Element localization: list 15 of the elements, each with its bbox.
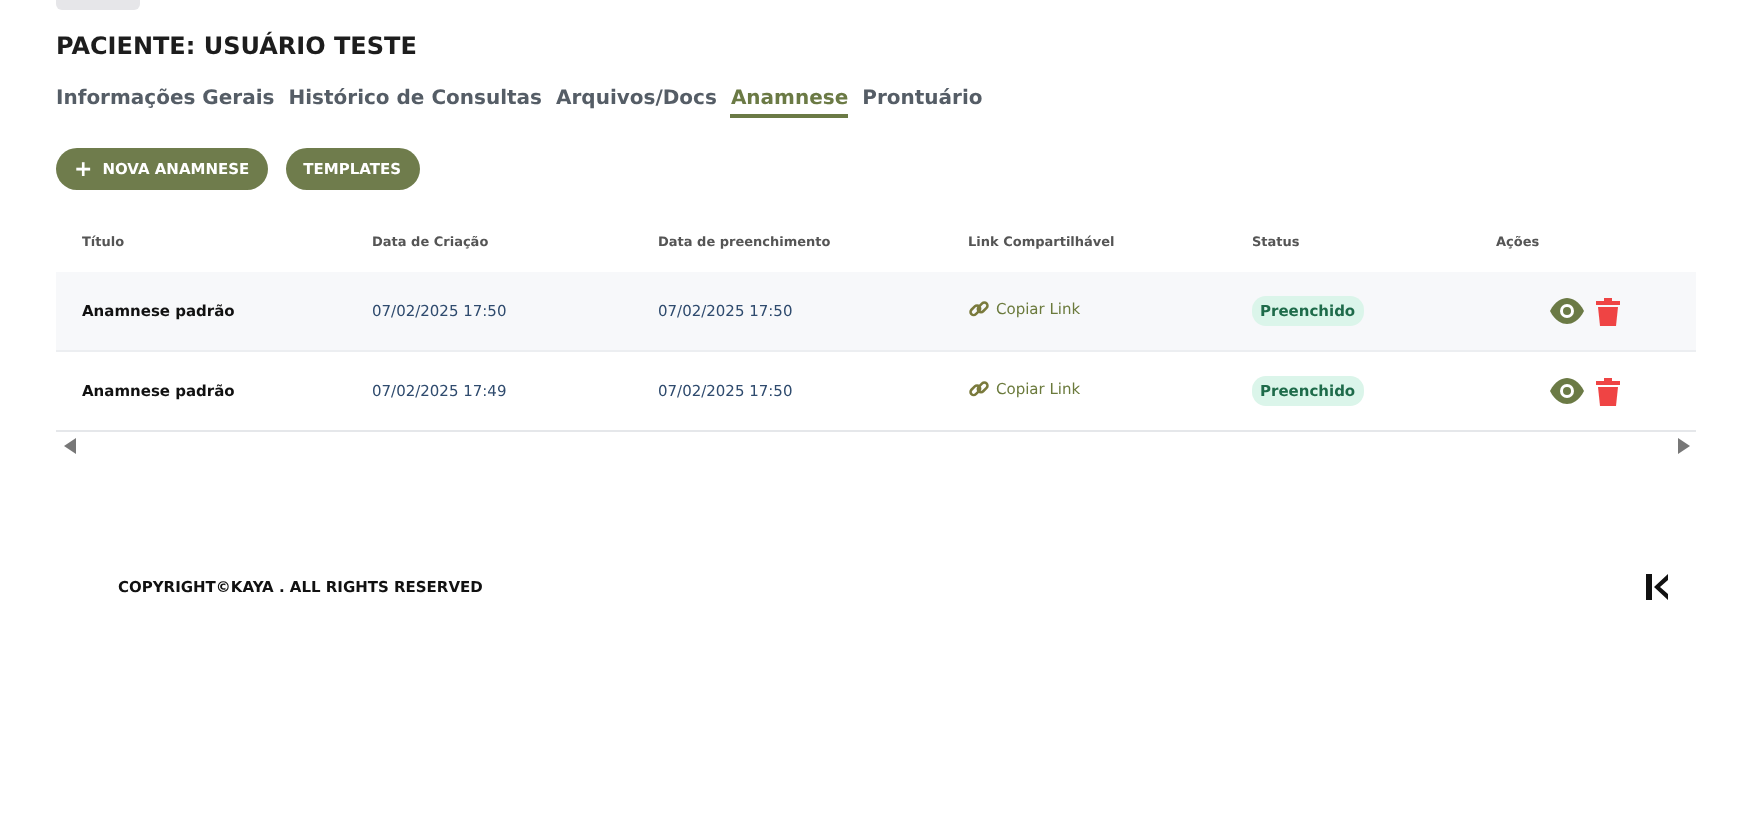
- link-icon: [968, 298, 990, 320]
- tab[interactable]: Prontuário: [862, 88, 983, 118]
- eye-icon[interactable]: [1550, 378, 1584, 404]
- scroll-left-icon[interactable]: [64, 438, 76, 454]
- scroll-right-icon[interactable]: [1678, 438, 1690, 454]
- logo-icon: [1646, 574, 1670, 600]
- trash-icon[interactable]: [1596, 377, 1620, 405]
- trash-icon[interactable]: [1596, 297, 1620, 325]
- eye-icon[interactable]: [1550, 298, 1584, 324]
- tab[interactable]: Histórico de Consultas: [288, 88, 543, 118]
- tab[interactable]: Anamnese: [730, 88, 849, 118]
- tab[interactable]: Arquivos/Docs: [556, 88, 717, 118]
- patient-title: PACIENTE: USUÁRIO TESTE: [56, 32, 419, 64]
- tab[interactable]: Informações Gerais: [56, 88, 275, 118]
- link-icon: [968, 378, 990, 400]
